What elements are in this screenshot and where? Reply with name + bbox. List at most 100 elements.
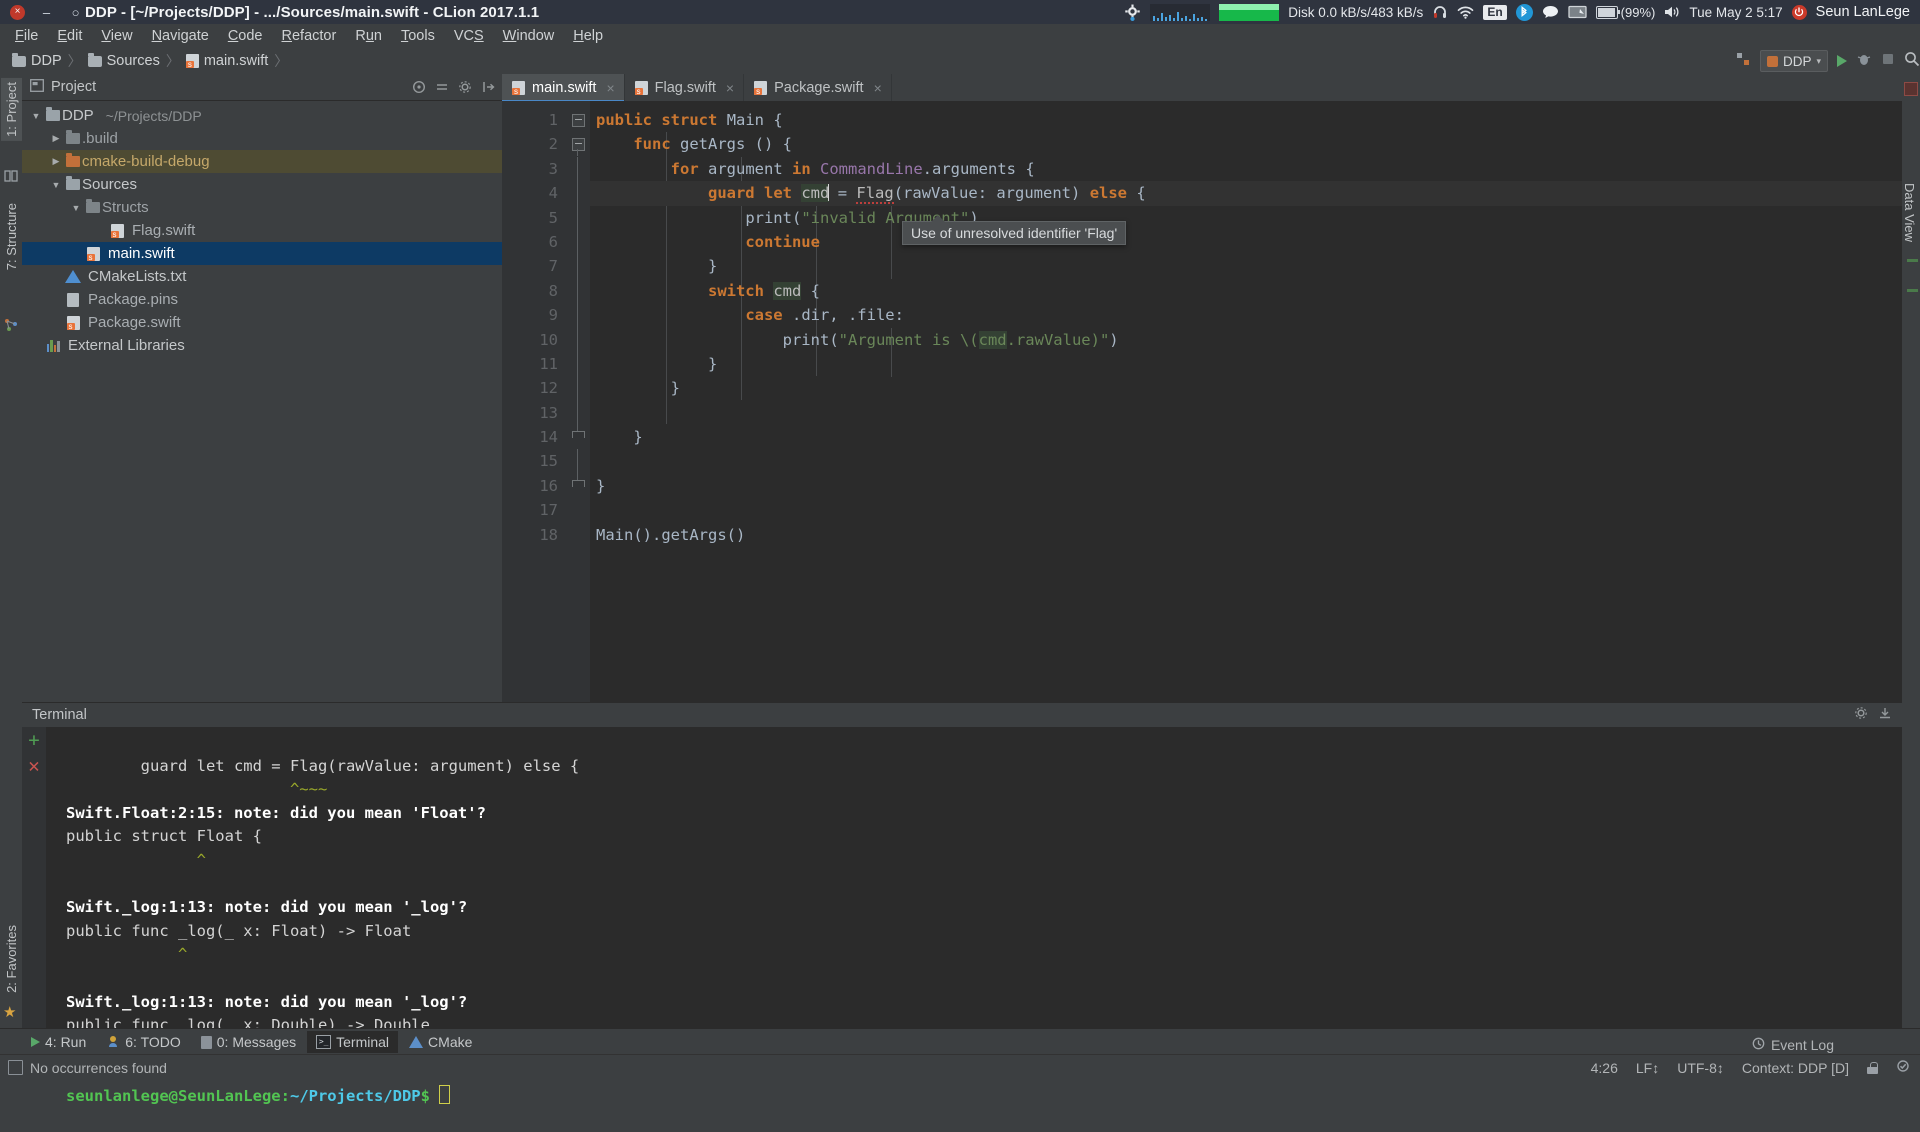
tree-node-main-swift[interactable]: main.swift — [22, 242, 502, 265]
tree-node-structs[interactable]: ▼ Structs — [22, 196, 502, 219]
close-icon[interactable]: × — [726, 80, 734, 96]
bottom-tab-messages[interactable]: 0: Messages — [192, 1031, 305, 1053]
file-encoding[interactable]: UTF-8↕ — [1677, 1060, 1724, 1076]
build-icon[interactable] — [1735, 51, 1751, 71]
notification-bubble-icon[interactable] — [1542, 5, 1559, 19]
code-line-4: guard let cmd = Flag(rawValue: argument)… — [590, 181, 1902, 206]
editor-code-text[interactable]: public struct Main { func getArgs () { f… — [590, 101, 1902, 753]
tree-node-external-libraries[interactable]: External Libraries — [22, 334, 502, 357]
bottom-tab-terminal[interactable]: >_ Terminal — [307, 1031, 399, 1053]
swift-file-icon — [108, 223, 126, 238]
stop-button[interactable] — [1881, 52, 1895, 70]
tab-main-swift[interactable]: main.swift × — [502, 74, 625, 102]
search-everywhere-button[interactable] — [1904, 51, 1920, 71]
library-icon — [44, 339, 62, 352]
menu-window[interactable]: Window — [494, 26, 564, 46]
chevron-right-icon[interactable]: ▶ — [48, 133, 64, 144]
bottom-tab-run-label: 4: Run — [45, 1034, 87, 1050]
editor-marker[interactable] — [1907, 289, 1918, 292]
debug-button[interactable] — [1856, 51, 1872, 71]
commander-icon[interactable] — [4, 169, 18, 183]
wifi-icon[interactable] — [1457, 5, 1474, 19]
event-log-button[interactable]: Event Log — [1752, 1037, 1834, 1053]
close-tab-icon[interactable]: ✕ — [28, 757, 39, 776]
keyboard-layout-indicator[interactable]: En — [1483, 4, 1507, 20]
bottom-tab-run[interactable]: 4: Run — [22, 1031, 95, 1053]
tree-node-cmake-build-debug[interactable]: ▶ cmake-build-debug — [22, 150, 502, 173]
terminal-output[interactable]: guard let cmd = Flag(rawValue: argument)… — [46, 727, 1902, 1105]
hide-panel-icon[interactable] — [1878, 706, 1892, 724]
tree-node-flag-swift[interactable]: Flag.swift — [22, 219, 502, 242]
chevron-right-icon[interactable]: ▶ — [48, 156, 64, 167]
menu-navigate[interactable]: Navigate — [143, 26, 218, 46]
headphone-icon[interactable] — [1432, 4, 1448, 20]
menu-view-mnemonic: V — [101, 28, 111, 44]
event-log-icon — [1752, 1037, 1765, 1053]
inspection-status-badge[interactable] — [1904, 82, 1918, 96]
breadcrumb-ddp[interactable]: DDP — [8, 52, 66, 70]
chevron-down-icon[interactable]: ▼ — [68, 203, 84, 213]
tree-node-package-swift[interactable]: Package.swift — [22, 311, 502, 334]
line-number: 18 — [539, 525, 558, 544]
sidebar-tab-project[interactable]: 1: Project — [1, 78, 22, 141]
fold-region-line2[interactable] — [568, 132, 590, 157]
context-indicator[interactable]: Context: DDP [D] — [1742, 1060, 1849, 1076]
tree-node-sources[interactable]: ▼ Sources — [22, 173, 502, 196]
tree-node-build[interactable]: ▶ .build — [22, 127, 502, 150]
bottom-tab-cmake[interactable]: CMake — [400, 1031, 481, 1053]
gear-icon[interactable] — [1124, 4, 1141, 21]
chevron-down-icon[interactable]: ▼ — [28, 111, 44, 121]
caret-position[interactable]: 4:26 — [1591, 1060, 1618, 1076]
sidebar-tab-data-view[interactable]: Data View — [1900, 179, 1919, 246]
error-tooltip-text: Use of unresolved identifier 'Flag' — [911, 225, 1118, 241]
tree-node-cmakelists[interactable]: CMakeLists.txt — [22, 265, 502, 288]
menu-file[interactable]: File — [6, 26, 47, 46]
hierarchy-icon[interactable] — [4, 318, 18, 332]
menu-view[interactable]: View — [92, 26, 141, 46]
menu-vcs[interactable]: VCS — [445, 26, 493, 46]
breadcrumb-sources[interactable]: Sources — [84, 52, 164, 70]
bottom-tab-todo[interactable]: 6: TODO — [97, 1031, 190, 1054]
gear-icon[interactable] — [458, 80, 472, 94]
tree-node-package-pins[interactable]: Package.pins — [22, 288, 502, 311]
sidebar-tab-favorites[interactable]: 2: Favorites — [1, 921, 22, 997]
bluetooth-icon[interactable] — [1515, 3, 1533, 21]
chevron-down-icon[interactable]: ▼ — [48, 180, 64, 190]
line-separator[interactable]: LF↕ — [1636, 1060, 1659, 1076]
editor-marker[interactable] — [1907, 259, 1918, 262]
menu-tools[interactable]: Tools — [392, 26, 444, 46]
display-icon[interactable] — [1568, 5, 1587, 19]
star-icon[interactable]: ★ — [3, 1003, 16, 1021]
fold-region-line1[interactable] — [568, 108, 590, 132]
hide-panel-icon[interactable] — [481, 80, 495, 94]
clock-label[interactable]: Tue May 2 5:17 — [1689, 5, 1782, 20]
gear-icon[interactable] — [1854, 706, 1868, 724]
menu-code[interactable]: Code — [219, 26, 272, 46]
lock-icon[interactable] — [1867, 1061, 1878, 1074]
tab-flag-swift[interactable]: Flag.swift × — [625, 74, 745, 101]
close-icon[interactable]: × — [606, 80, 614, 96]
sidebar-tab-structure[interactable]: 7: Structure — [1, 199, 22, 274]
tab-package-swift[interactable]: Package.swift × — [744, 74, 892, 101]
target-icon[interactable] — [412, 80, 426, 94]
terminal-line: Swift._log:1:13: note: did you mean '_lo… — [66, 992, 468, 1011]
volume-icon[interactable] — [1664, 5, 1680, 19]
menu-help[interactable]: Help — [564, 26, 612, 46]
tree-node-flag-swift-label: Flag.swift — [132, 222, 196, 239]
tree-node-ddp[interactable]: ▼ DDP ~/Projects/DDP — [22, 104, 502, 127]
menu-run[interactable]: Run — [346, 26, 391, 46]
menu-edit[interactable]: Edit — [48, 26, 91, 46]
menu-refactor[interactable]: Refactor — [273, 26, 346, 46]
inspection-toggle-icon[interactable] — [1896, 1059, 1910, 1076]
add-tab-icon[interactable]: + — [28, 731, 39, 750]
fold-region-end-line16[interactable] — [568, 473, 590, 498]
run-configuration-selector[interactable]: DDP ▾ — [1759, 50, 1828, 72]
collapse-all-icon[interactable] — [435, 80, 449, 94]
run-button[interactable] — [1837, 55, 1847, 67]
breadcrumb-mainswift[interactable]: main.swift — [182, 52, 272, 70]
fold-region-end-line14[interactable] — [568, 425, 590, 449]
user-name-label[interactable]: Seun LanLege — [1816, 4, 1910, 20]
power-icon[interactable] — [1791, 4, 1807, 20]
battery-indicator[interactable]: (99%) — [1595, 5, 1655, 20]
close-icon[interactable]: × — [874, 80, 882, 96]
